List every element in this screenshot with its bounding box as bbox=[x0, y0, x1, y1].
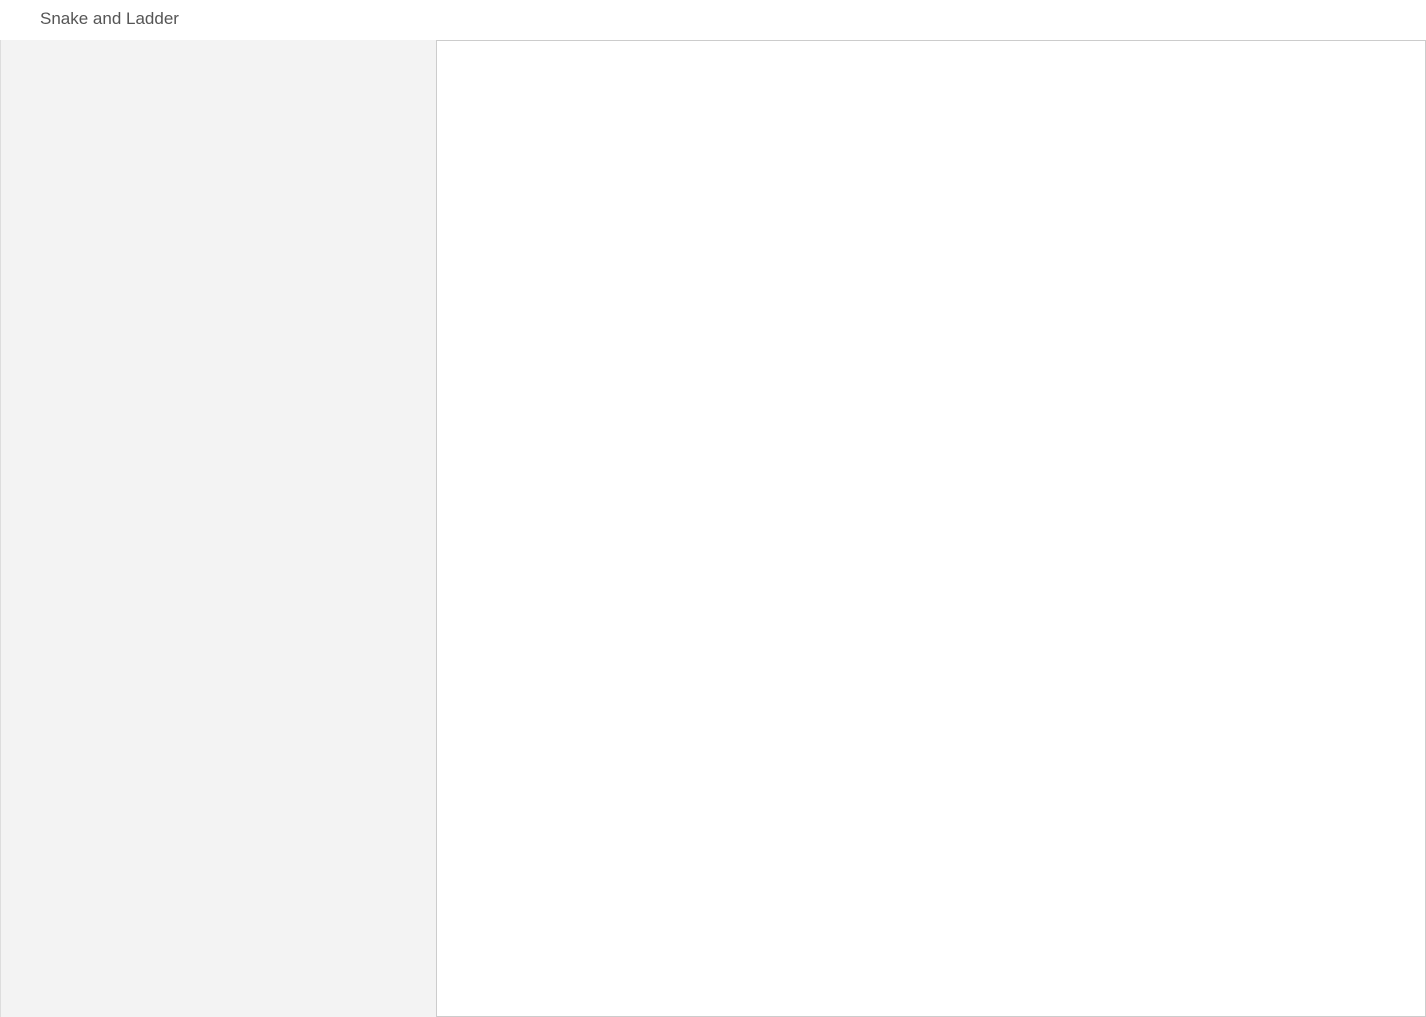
game-board bbox=[436, 40, 1426, 1017]
window-title: Snake and Ladder bbox=[40, 9, 179, 28]
title-bar: Snake and Ladder bbox=[0, 0, 1426, 40]
side-panel bbox=[0, 40, 437, 1017]
